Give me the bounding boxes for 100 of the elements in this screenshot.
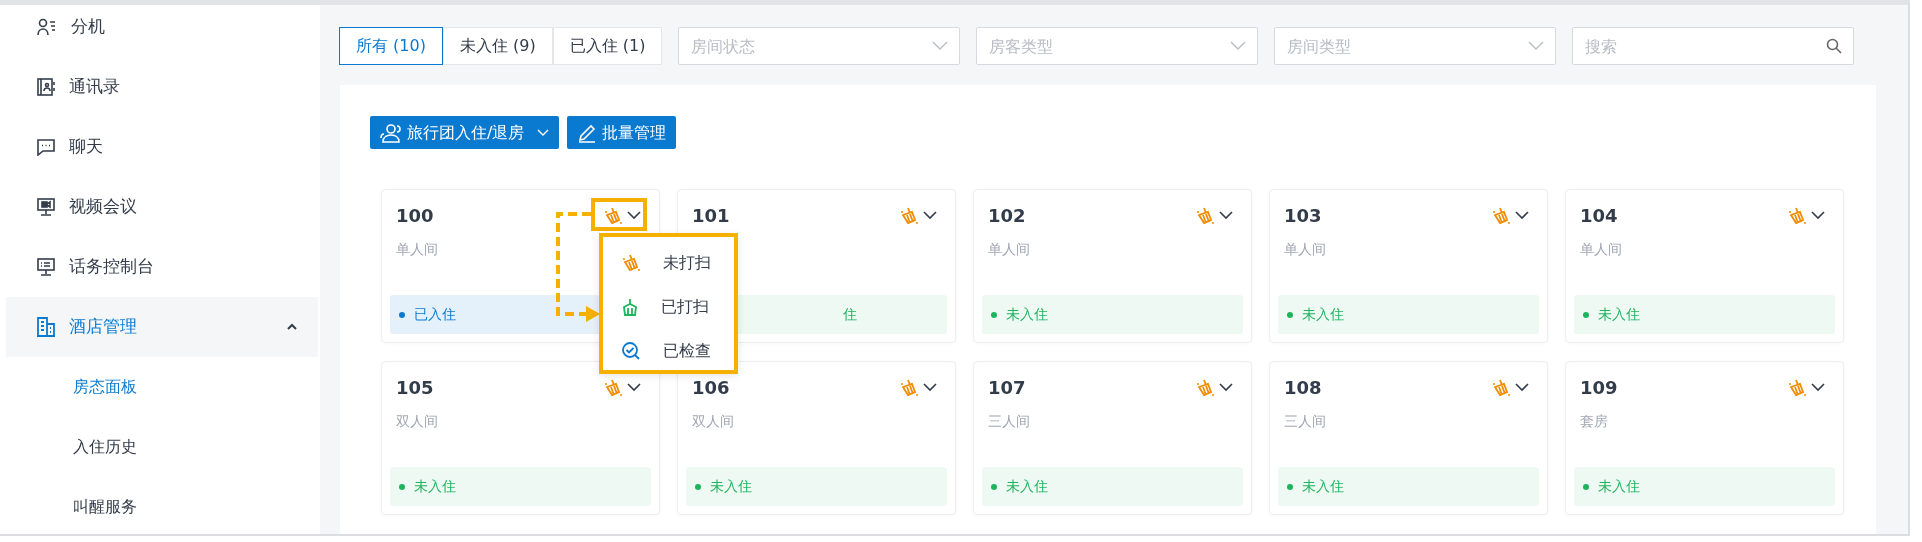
- status-text: 未入住: [1598, 477, 1640, 496]
- contact-book-icon: [37, 78, 55, 96]
- broom-icon[interactable]: [899, 206, 919, 225]
- batch-manage-button[interactable]: 批量管理: [567, 116, 677, 149]
- room-number: 102: [988, 204, 1026, 228]
- filter-tab[interactable]: 未入住 (9): [442, 27, 553, 65]
- room-card[interactable]: 104 单人间 未入住: [1565, 189, 1844, 343]
- room-type: 单人间: [1284, 241, 1326, 257]
- status-text: 已入住: [414, 305, 456, 324]
- status-dot: [1287, 483, 1293, 490]
- sidebar-item[interactable]: 酒店管理: [6, 297, 318, 357]
- broom-icon[interactable]: [1787, 206, 1807, 225]
- caret-icon: [1515, 211, 1529, 220]
- caret-icon: [1219, 211, 1233, 220]
- room-number: 107: [988, 376, 1026, 400]
- building-icon: [37, 317, 55, 337]
- broom-icon[interactable]: [1491, 206, 1511, 225]
- room-number: 101: [692, 204, 730, 228]
- room-type: 单人间: [988, 241, 1030, 257]
- sidebar-item[interactable]: 话务控制台: [0, 237, 320, 297]
- room-type: 单人间: [1580, 241, 1622, 257]
- broom-icon: [621, 298, 639, 316]
- room-number: 104: [1580, 204, 1618, 228]
- broom-icon[interactable]: [1491, 378, 1511, 397]
- highlight-frame: [591, 198, 647, 231]
- sidebar-item[interactable]: 聊天: [0, 117, 320, 177]
- room-type: 三人间: [1284, 413, 1326, 429]
- status-text: 未入住: [1302, 305, 1344, 324]
- broom-icon[interactable]: [899, 378, 919, 397]
- status-dot: [1583, 311, 1589, 318]
- room-card[interactable]: 107 三人间 未入住: [973, 361, 1252, 515]
- room-type: 套房: [1580, 413, 1608, 429]
- room-type: 双人间: [396, 413, 438, 429]
- caret-icon: [627, 383, 641, 392]
- chevron-icon: [1528, 41, 1545, 51]
- caret-icon: [1811, 383, 1825, 392]
- chat-icon: [37, 138, 55, 156]
- room-type: 单人间: [396, 241, 438, 257]
- status-text: 住: [843, 305, 857, 324]
- sidebar-item[interactable]: 分机: [0, 5, 320, 57]
- caret-icon: [1811, 211, 1825, 220]
- status-dot: [1583, 483, 1589, 490]
- caret-icon: [627, 211, 641, 220]
- room-card[interactable]: 109 套房 未入住: [1565, 361, 1844, 515]
- broom-icon[interactable]: [603, 378, 623, 397]
- room-number: 100: [396, 204, 434, 228]
- broom-icon[interactable]: [603, 206, 623, 225]
- room-number: 103: [1284, 204, 1322, 228]
- room-card[interactable]: 102 单人间 未入住: [973, 189, 1252, 343]
- status-text: 未入住: [1006, 477, 1048, 496]
- pencil-icon: [577, 122, 598, 143]
- status-text: 未入住: [1006, 305, 1048, 324]
- room-type: 三人间: [988, 413, 1030, 429]
- sidebar-item[interactable]: 通讯录: [0, 57, 320, 117]
- caret-icon: [1515, 383, 1529, 392]
- search-icon: [1826, 38, 1843, 54]
- status-text: 未入住: [1598, 305, 1640, 324]
- caret-icon: [1219, 383, 1233, 392]
- status-dot: [991, 483, 997, 490]
- group-checkin-button[interactable]: 旅行团入住/退房: [370, 116, 560, 149]
- search-field[interactable]: 搜索: [1572, 27, 1855, 65]
- room-card[interactable]: 103 单人间 未入住: [1269, 189, 1548, 343]
- status-text: 未入住: [414, 477, 456, 496]
- broom-icon: [621, 254, 641, 272]
- broom-icon[interactable]: [1195, 206, 1215, 225]
- people-icon: [380, 122, 402, 143]
- chevron-icon: [1230, 41, 1247, 51]
- status-dot: [399, 311, 405, 318]
- filter-tab[interactable]: 所有 (10): [339, 27, 443, 65]
- check-magnifier-icon: [621, 341, 641, 361]
- room-number: 109: [1580, 376, 1618, 400]
- caret-icon: [923, 383, 937, 392]
- status-dot: [1287, 311, 1293, 318]
- sidebar-item[interactable]: 视频会议: [0, 177, 320, 237]
- room-type: 双人间: [692, 413, 734, 429]
- status-text: 未入住: [1302, 477, 1344, 496]
- status-dot: [399, 483, 405, 490]
- status-dot: [695, 483, 701, 490]
- video-monitor-icon: [37, 198, 55, 216]
- room-card[interactable]: 108 三人间 未入住: [1269, 361, 1548, 515]
- room-card[interactable]: 106 双人间 未入住: [677, 361, 956, 515]
- broom-icon[interactable]: [1787, 378, 1807, 397]
- room-number: 105: [396, 376, 434, 400]
- caret-icon: [923, 211, 937, 220]
- sidebar-subitem[interactable]: 房态面板: [0, 357, 320, 417]
- select-field[interactable]: 房间状态: [678, 27, 961, 65]
- status-dot: [991, 311, 997, 318]
- select-field[interactable]: 房客类型: [976, 27, 1259, 65]
- status-text: 未入住: [710, 477, 752, 496]
- console-monitor-icon: [37, 258, 55, 276]
- room-number: 106: [692, 376, 730, 400]
- select-field[interactable]: 房间类型: [1274, 27, 1557, 65]
- chevron-icon: [932, 41, 949, 51]
- sidebar-subitem[interactable]: 入住历史: [0, 417, 320, 477]
- broom-icon[interactable]: [1195, 378, 1215, 397]
- sidebar-subitem[interactable]: 叫醒服务: [0, 477, 320, 534]
- person-list-icon: [37, 18, 57, 36]
- room-card[interactable]: 105 双人间 未入住: [381, 361, 660, 515]
- filter-tab[interactable]: 已入住 (1): [552, 27, 663, 65]
- room-number: 108: [1284, 376, 1322, 400]
